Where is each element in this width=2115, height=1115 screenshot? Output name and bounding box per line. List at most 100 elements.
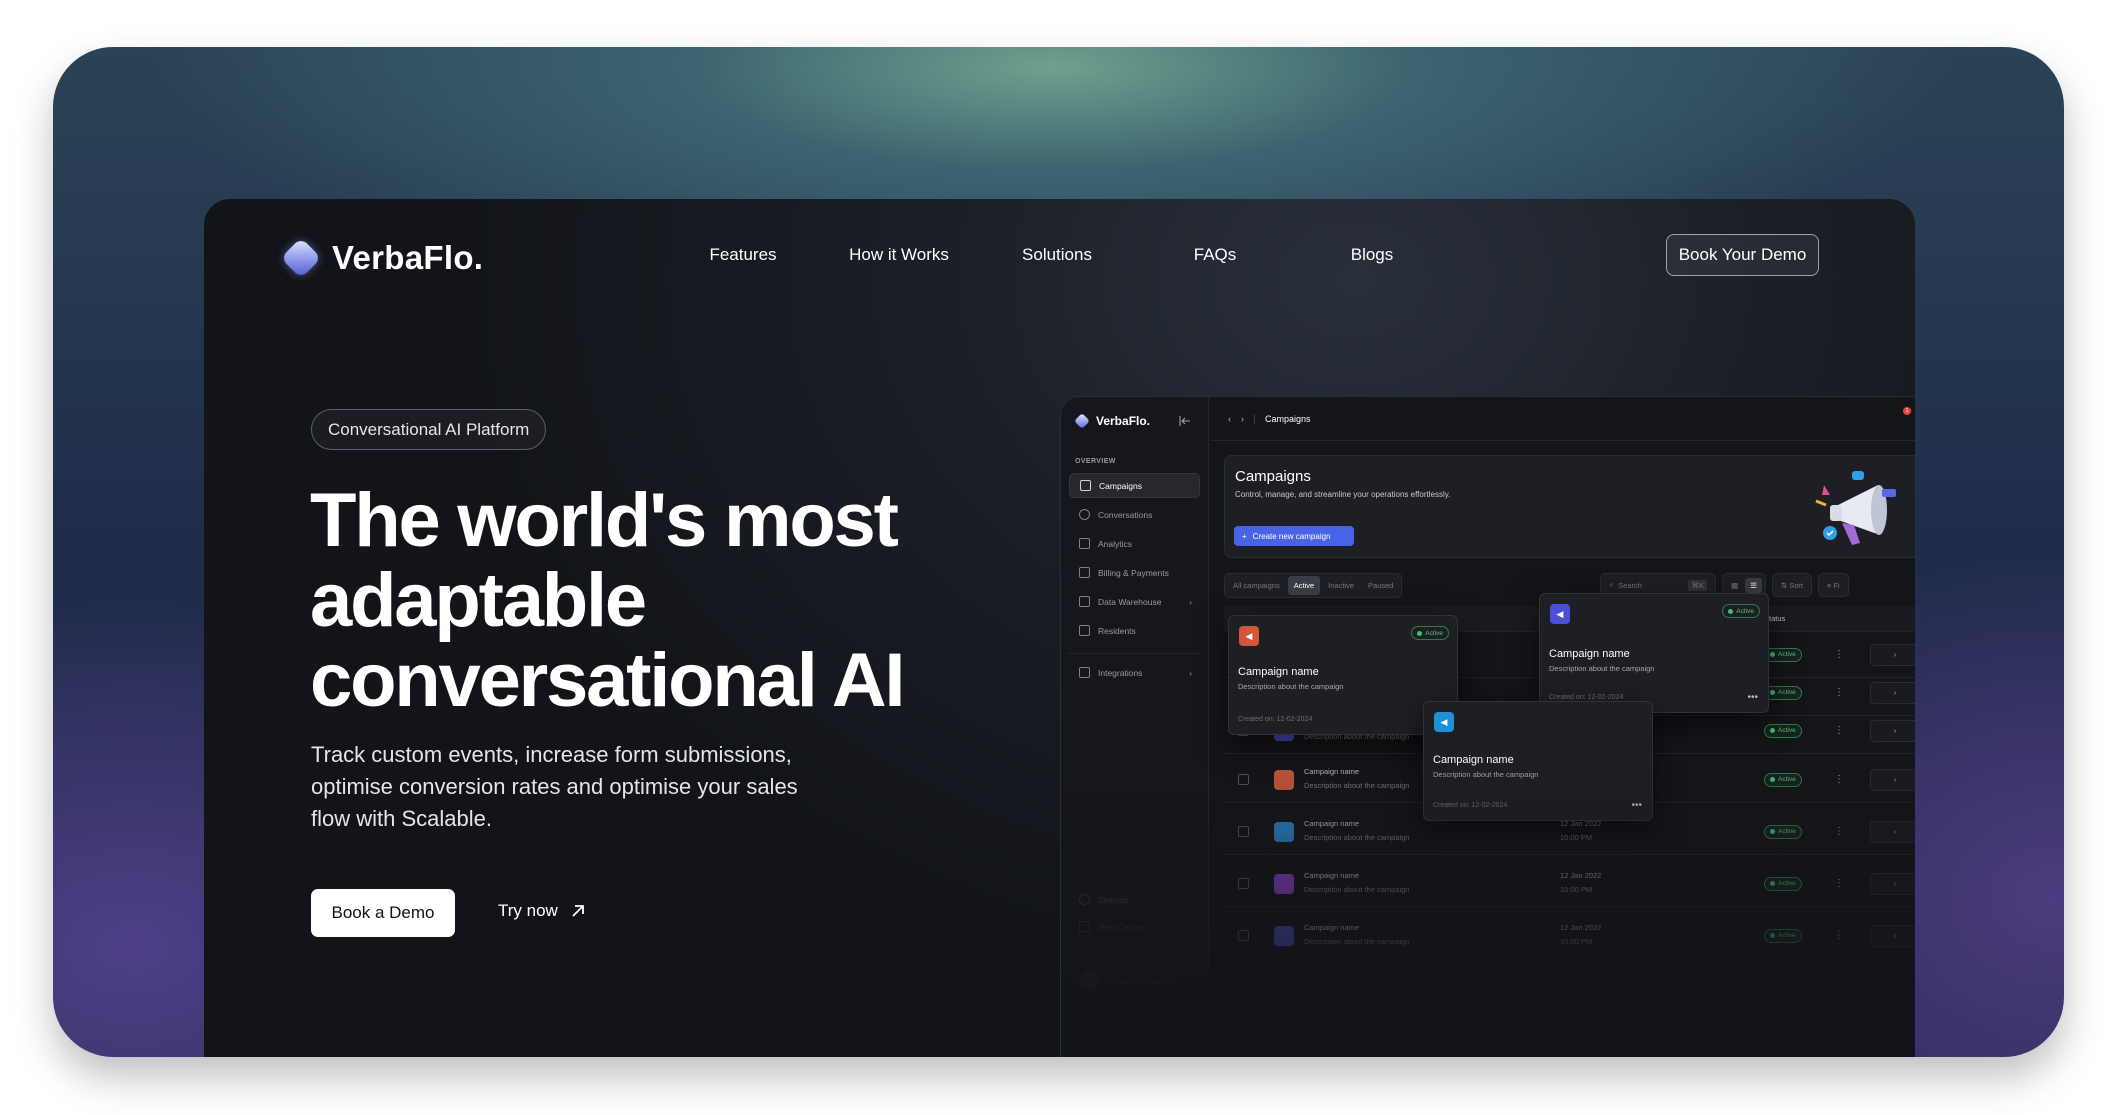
megaphone-icon: ◀: [1434, 712, 1454, 732]
tab-inactive[interactable]: Inactive: [1322, 576, 1360, 595]
collapse-sidebar-icon[interactable]: [1179, 416, 1191, 426]
tab-all-campaigns[interactable]: All campaigns: [1227, 576, 1286, 595]
status-badge: Active: [1411, 626, 1449, 640]
chevron-right-icon[interactable]: ›: [1870, 820, 1915, 843]
try-now-link[interactable]: Try now: [498, 901, 586, 921]
sidebar-label: Settings: [1098, 894, 1129, 905]
book-your-demo-button[interactable]: Book Your Demo: [1666, 234, 1819, 276]
campaign-card[interactable]: ◀ Campaign name Description about the ca…: [1423, 701, 1653, 821]
sidebar-item-settings[interactable]: Settings: [1069, 887, 1200, 912]
more-icon[interactable]: ⋮: [1834, 826, 1844, 837]
campaign-card[interactable]: ◀ Active Campaign name Description about…: [1539, 593, 1769, 713]
more-horizontal-icon[interactable]: •••: [1631, 800, 1642, 811]
grid-view-icon[interactable]: ▦: [1726, 578, 1743, 593]
brand-logo[interactable]: VerbaFlo.: [280, 237, 483, 279]
dashboard-brand: VerbaFlo.: [1096, 414, 1151, 428]
campaign-icon: [1274, 925, 1294, 946]
plus-icon: +: [1242, 531, 1247, 541]
hero-headline: The world's most adaptable conversationa…: [310, 478, 906, 723]
row-date: 12 Jan 2022: [1560, 871, 1602, 880]
sidebar-item-campaigns[interactable]: Campaigns: [1069, 473, 1200, 498]
chevron-right-icon[interactable]: ›: [1870, 768, 1915, 791]
chart-icon: [1079, 538, 1090, 549]
sidebar-label: Help Centre: [1098, 921, 1144, 932]
sort-button[interactable]: ⇅ Sort: [1771, 573, 1812, 597]
sidebar-item-residents[interactable]: Residents: [1069, 618, 1200, 643]
list-view-icon[interactable]: ☰: [1745, 577, 1762, 593]
sort-label: Sort: [1789, 580, 1803, 590]
user-profile[interactable]: Priyanshu Gupta: [1069, 965, 1200, 997]
sidebar-label: Billing & Payments: [1098, 567, 1169, 578]
status-badge: Active: [1764, 685, 1802, 700]
row-checkbox[interactable]: [1238, 826, 1249, 837]
row-name: Campaign name: [1304, 819, 1360, 828]
try-now-label: Try now: [498, 901, 558, 920]
sidebar-item-billing[interactable]: Billing & Payments: [1069, 560, 1200, 585]
row-description: Description about the campaign: [1304, 833, 1410, 842]
more-icon[interactable]: ⋮: [1834, 878, 1844, 889]
sidebar-label: Data Warehouse: [1098, 596, 1162, 607]
arrow-up-right-icon: [572, 905, 584, 917]
book-a-demo-button[interactable]: Book a Demo: [311, 889, 455, 937]
sidebar-item-integrations[interactable]: Integrations ›: [1069, 660, 1200, 685]
sidebar-item-help[interactable]: Help Centre: [1069, 914, 1200, 939]
nav-features[interactable]: Features: [709, 245, 776, 265]
section-label: OVERVIEW: [1075, 458, 1116, 465]
sidebar-label: Campaigns: [1099, 480, 1142, 491]
chat-icon: [1079, 509, 1090, 520]
filter-button[interactable]: ≡ Fi: [1817, 573, 1849, 597]
more-icon[interactable]: ⋮: [1834, 649, 1844, 660]
nav-blogs[interactable]: Blogs: [1351, 245, 1394, 265]
sidebar-item-conversations[interactable]: Conversations: [1069, 502, 1200, 527]
row-checkbox[interactable]: [1238, 774, 1249, 785]
chevron-right-icon: ›: [1189, 596, 1192, 607]
nav-faqs[interactable]: FAQs: [1194, 245, 1237, 265]
tab-paused[interactable]: Paused: [1362, 576, 1399, 595]
status-label: Active: [1778, 880, 1796, 887]
sidebar-item-data-warehouse[interactable]: Data Warehouse ›: [1069, 589, 1200, 614]
row-name: Campaign name: [1304, 767, 1360, 776]
more-horizontal-icon[interactable]: •••: [1747, 692, 1758, 703]
card-created: Created on: 12-02-2024: [1433, 802, 1508, 809]
card-description: Description about the campaign: [1549, 664, 1655, 673]
sidebar-label: Residents: [1098, 625, 1136, 636]
card-created: Created on: 12-02-2024: [1238, 716, 1313, 723]
nav-how-it-works[interactable]: How it Works: [849, 245, 949, 265]
status-label: Active: [1736, 607, 1754, 615]
nav-solutions[interactable]: Solutions: [1022, 245, 1092, 265]
row-checkbox[interactable]: [1238, 930, 1249, 941]
row-description: Description about the campaign: [1304, 781, 1410, 790]
status-badge: Active: [1764, 647, 1802, 662]
chevron-right-icon[interactable]: ›: [1870, 924, 1915, 947]
integrations-icon: [1079, 667, 1090, 678]
row-checkbox[interactable]: [1238, 878, 1249, 889]
megaphone-icon: [1080, 480, 1091, 491]
create-campaign-button[interactable]: + Create new campaign: [1234, 526, 1354, 546]
more-icon[interactable]: ⋮: [1834, 725, 1844, 736]
sidebar-item-analytics[interactable]: Analytics: [1069, 531, 1200, 556]
filter-label: Fi: [1833, 580, 1840, 590]
dashboard-topbar: ‹ › Campaigns 1: [1210, 397, 1915, 441]
more-icon[interactable]: ⋮: [1834, 930, 1844, 941]
search-icon: ⌕: [1609, 580, 1614, 589]
notification-badge[interactable]: 1: [1903, 407, 1911, 415]
forward-icon[interactable]: ›: [1241, 414, 1244, 424]
chevron-right-icon[interactable]: ›: [1870, 681, 1915, 704]
status-badge: Active: [1764, 928, 1802, 943]
sidebar-label: Analytics: [1098, 538, 1133, 549]
status-badge: Active: [1764, 824, 1802, 839]
status-label: Active: [1778, 828, 1796, 835]
create-campaign-label: Create new campaign: [1252, 531, 1331, 541]
more-icon[interactable]: ⋮: [1834, 774, 1844, 785]
chevron-right-icon[interactable]: ›: [1870, 643, 1915, 666]
table-row[interactable]: Campaign name Description about the campa…: [1224, 913, 1915, 959]
chevron-right-icon[interactable]: ›: [1870, 872, 1915, 895]
more-icon[interactable]: ⋮: [1834, 687, 1844, 698]
back-icon[interactable]: ‹: [1228, 414, 1231, 424]
dashboard-logo: VerbaFlo.: [1074, 413, 1151, 429]
tab-active[interactable]: Active: [1287, 576, 1321, 595]
card-created: Created on: 12-02-2024: [1549, 694, 1624, 701]
sort-icon: ⇅: [1780, 580, 1790, 590]
chevron-right-icon[interactable]: ›: [1870, 719, 1915, 742]
table-row[interactable]: Campaign name Description about the campa…: [1224, 861, 1915, 907]
